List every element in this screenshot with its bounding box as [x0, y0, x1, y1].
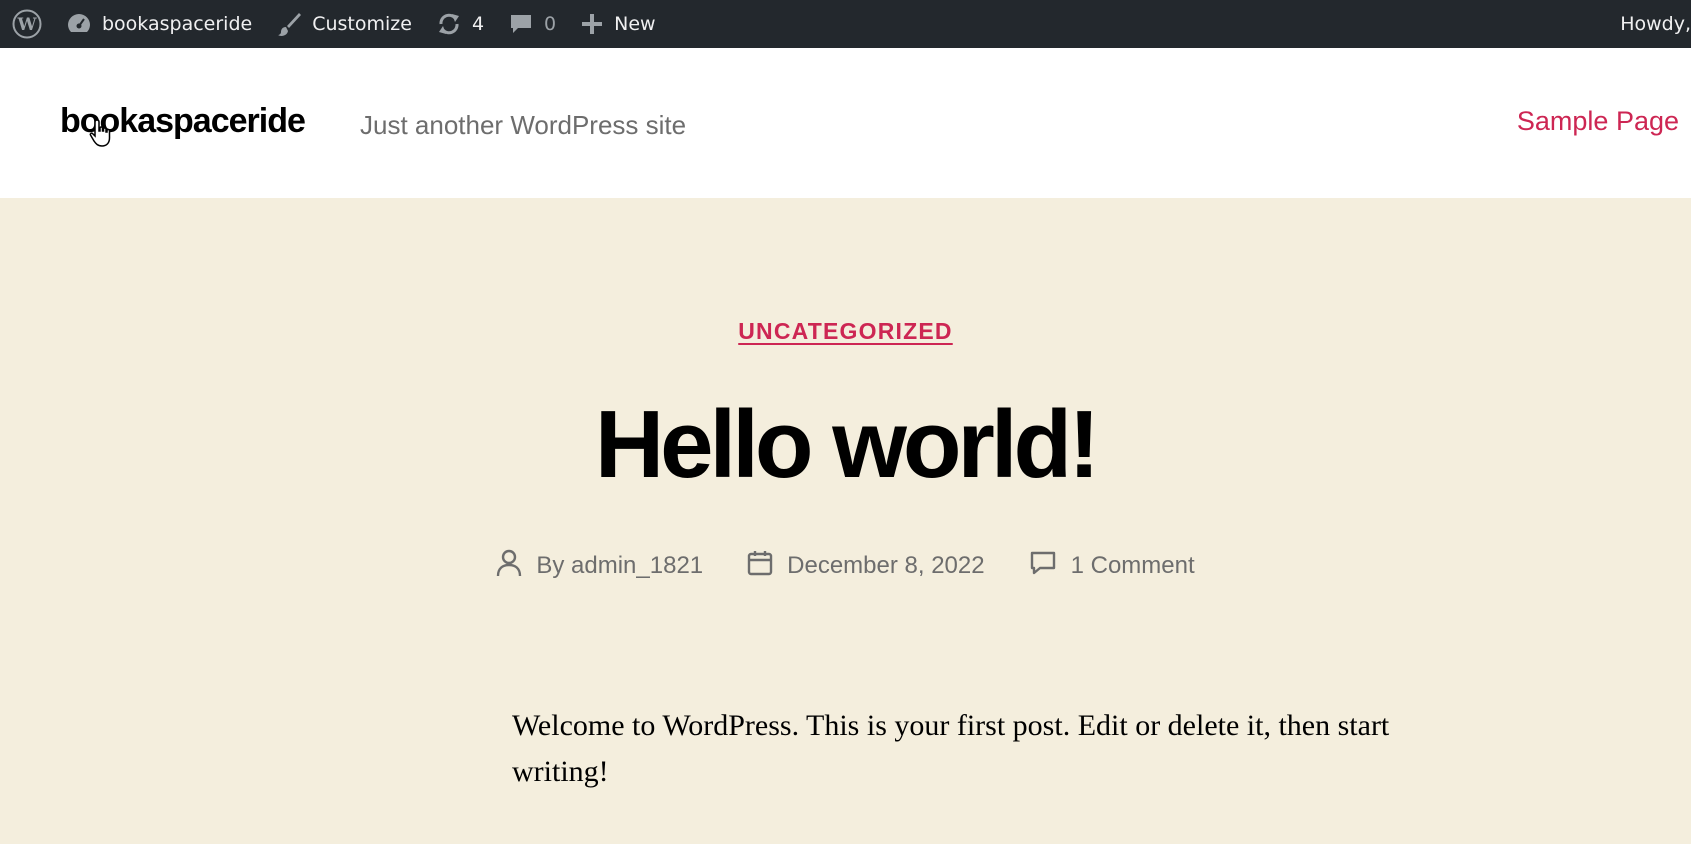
post-comments: 1 Comment [1029, 550, 1195, 583]
hand-cursor-icon [88, 118, 114, 153]
nav-item-sample-page[interactable]: Sample Page [1517, 106, 1679, 137]
comment-icon [1029, 550, 1057, 583]
post-category: UNCATEGORIZED [0, 318, 1691, 345]
comments-count: 0 [544, 13, 557, 35]
post-meta: By admin_1821 December 8, 2022 1 Comment [0, 548, 1691, 584]
new-content-button[interactable]: New [568, 0, 667, 48]
site-name-label: bookaspaceride [102, 13, 253, 35]
post-author: By admin_1821 [496, 549, 703, 584]
updates-button[interactable]: 4 [424, 0, 496, 48]
account-menu[interactable]: Howdy, [1620, 0, 1691, 48]
comments-link[interactable]: 1 Comment [1071, 552, 1195, 580]
customize-label: Customize [312, 13, 412, 35]
new-label: New [614, 13, 656, 35]
post-date: December 8, 2022 [747, 550, 985, 583]
updates-count: 4 [471, 13, 485, 35]
paintbrush-icon [276, 11, 302, 37]
comment-bubble-icon [508, 11, 534, 37]
updates-icon [436, 11, 462, 37]
site-name-menu[interactable]: bookaspaceride [54, 0, 264, 48]
person-icon [496, 549, 522, 584]
plus-icon [580, 12, 604, 36]
site-header: bookaspaceride Just another WordPress si… [0, 48, 1691, 198]
dashboard-icon [66, 11, 92, 37]
author-link[interactable]: By admin_1821 [536, 552, 703, 580]
post-content: Welcome to WordPress. This is your first… [512, 709, 1390, 788]
admin-bar: W bookaspaceride Customize 4 0 New Howdy… [0, 0, 1691, 48]
wordpress-logo-button[interactable]: W [0, 0, 54, 48]
site-tagline: Just another WordPress site [360, 110, 687, 140]
post-title: Hello world! [594, 391, 1100, 498]
howdy-label: Howdy, [1620, 13, 1691, 35]
comments-button[interactable]: 0 [496, 0, 568, 48]
date-link[interactable]: December 8, 2022 [787, 552, 984, 580]
svg-text:W: W [16, 15, 37, 35]
customize-button[interactable]: Customize [264, 0, 424, 48]
calendar-icon [747, 550, 773, 583]
wordpress-logo-icon: W [12, 9, 42, 39]
category-link[interactable]: UNCATEGORIZED [738, 318, 953, 344]
